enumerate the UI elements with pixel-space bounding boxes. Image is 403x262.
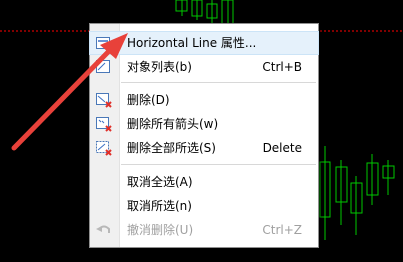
delete-selected-icon (95, 140, 113, 156)
menu-separator (121, 164, 316, 165)
line-properties-icon (95, 35, 113, 51)
context-menu: Horizontal Line 属性... 对象列表(b) Ctrl+B 删除(… (89, 23, 319, 248)
menu-item-deselect[interactable]: 取消所选(n) (90, 195, 318, 217)
menu-item-undo-delete[interactable]: 撤消删除(U) Ctrl+Z (90, 219, 318, 241)
object-list-icon (95, 59, 113, 75)
menu-item-delete[interactable]: 删除(D) (90, 89, 318, 111)
menu-item-delete-arrows[interactable]: 删除所有箭头(w) (90, 113, 318, 135)
delete-icon (95, 92, 113, 108)
menu-separator (121, 82, 316, 83)
menu-item-line-properties[interactable]: Horizontal Line 属性... (89, 31, 319, 55)
undo-icon (95, 222, 113, 238)
menu-item-object-list[interactable]: 对象列表(b) Ctrl+B (90, 56, 318, 78)
menu-item-deselect-all[interactable]: 取消全选(A) (90, 171, 318, 193)
delete-arrows-icon (95, 116, 113, 132)
menu-item-delete-selected[interactable]: 删除全部所选(S) Delete (90, 137, 318, 159)
